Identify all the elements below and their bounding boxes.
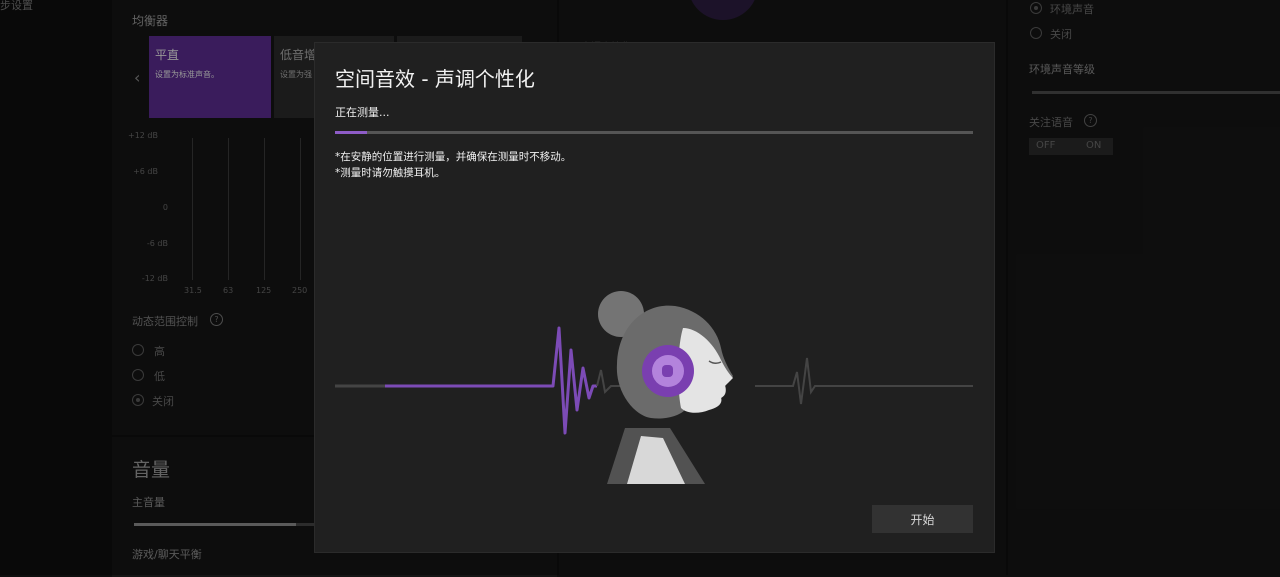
measurement-progress-bar [335,131,973,134]
measurement-illustration [335,291,973,484]
dialog-title: 空间音效 - 声调个性化 [335,67,535,91]
start-button[interactable]: 开始 [872,505,973,533]
soundwave-purple [547,326,597,435]
instruction-note-1: *在安静的位置进行测量，并确保在测量时不移动。 [335,151,572,163]
personalization-dialog: 空间音效 - 声调个性化 正在测量... *在安静的位置进行测量，并确保在测量时… [315,43,994,552]
instruction-note-2: *测量时请勿触摸耳机。 [335,167,446,179]
measuring-status: 正在测量... [335,106,390,119]
head-silhouette-icon [598,291,733,484]
progress-fill [335,131,367,134]
soundwave-gray-right [755,357,973,405]
